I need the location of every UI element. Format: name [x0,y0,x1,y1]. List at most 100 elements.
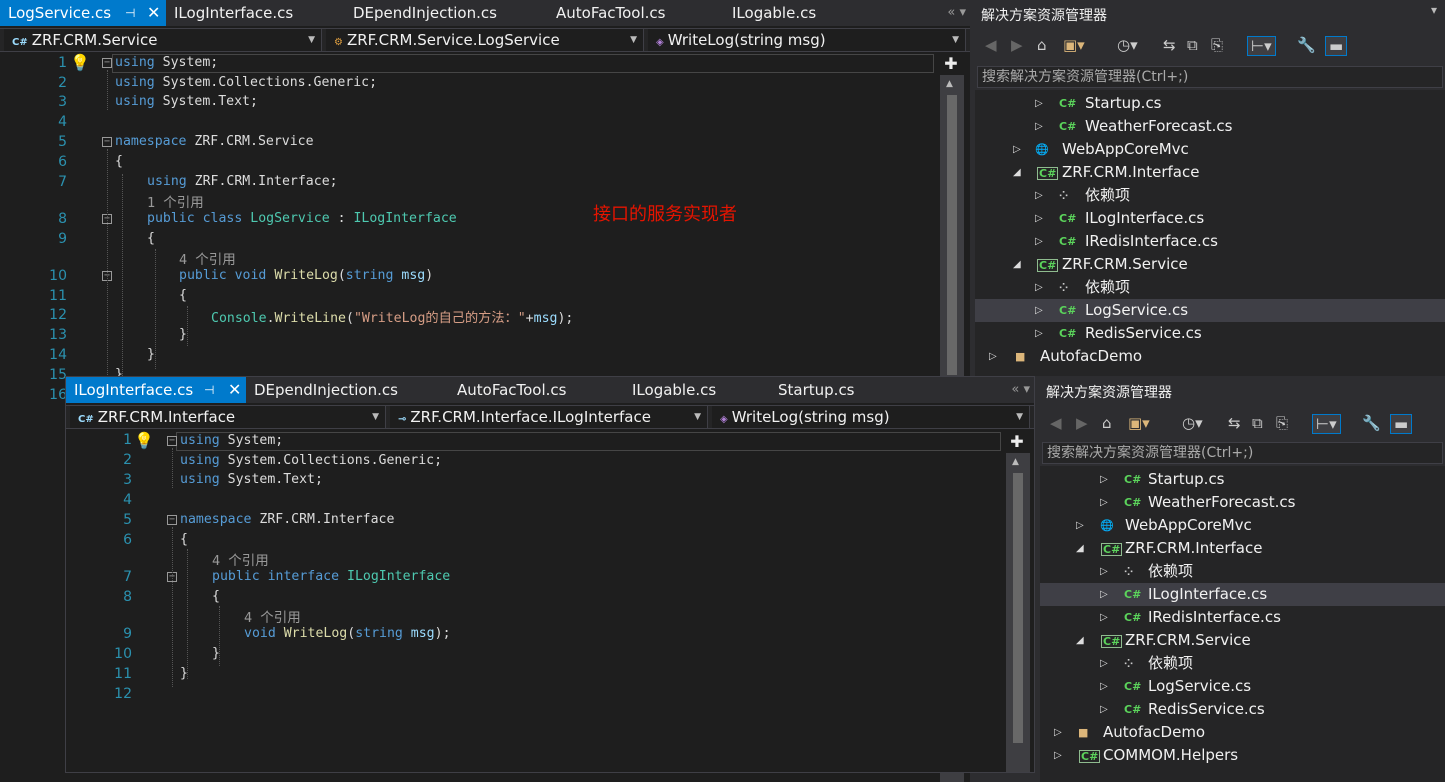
expand-icon[interactable]: ▷ [1035,92,1043,115]
expand-icon[interactable]: ▷ [1100,468,1108,491]
lightbulb-icon[interactable]: 💡 [70,53,90,72]
expand-icon[interactable]: ▷ [989,345,997,368]
properties-icon[interactable]: 🔧 [1297,36,1316,54]
sync-icon[interactable]: ⇆ [1228,414,1241,432]
show-all-files-icon[interactable]: ⎘ [1211,36,1223,54]
collapse-icon[interactable]: ◢ [1076,629,1084,652]
collapse-toggle[interactable]: − [167,436,177,446]
project-dropdown[interactable]: C# ZRF.CRM.Service ▼ [4,29,322,51]
collapse-all-icon[interactable]: ⧉ [1252,414,1263,432]
tab-iloginterface[interactable]: ILogInterface.cs [174,0,293,26]
tree-item[interactable]: ◢ C# ZRF.CRM.Service [1040,629,1445,652]
collapse-toggle[interactable]: − [102,137,112,147]
close-icon[interactable]: ✕ [228,377,241,403]
tree-item[interactable]: ▷ C# LogService.cs [1040,675,1445,698]
type-dropdown[interactable]: ⊸ ZRF.CRM.Interface.ILogInterface ▼ [390,406,708,428]
show-all-files-icon[interactable]: ⎘ [1276,414,1288,432]
tab-ilogable[interactable]: ILogable.cs [632,377,716,403]
reference-count[interactable]: 4 个引用 [244,606,301,626]
code-editor[interactable]: 1 2 3 4 5 6 7 8 9 10 11 12 💡 − − − using… [66,431,1034,772]
tab-dependinjection[interactable]: DEpendInjection.cs [353,0,497,26]
dropdown-icon[interactable]: ▾ [1431,3,1437,17]
tree-item[interactable]: ◢ C# ZRF.CRM.Service [975,253,1445,276]
collapse-toggle[interactable]: − [102,58,112,68]
forward-icon[interactable]: ▶ [1076,414,1088,432]
expand-icon[interactable]: ▷ [1076,514,1084,537]
expand-icon[interactable]: ▷ [1100,560,1108,583]
tab-iloginterface[interactable]: ILogInterface.cs ⊣ ✕ [66,377,246,403]
reference-count[interactable]: 1 个引用 [147,191,204,211]
tree-item[interactable]: ▷ C# WeatherForecast.cs [1040,491,1445,514]
split-editor-icon[interactable]: ✚ [938,55,964,73]
tree-item-selected[interactable]: ▷ C# LogService.cs [975,299,1445,322]
sync-icon[interactable]: ⇆ [1163,36,1176,54]
scroll-up-icon[interactable]: ▲ [946,79,953,89]
pin-icon[interactable]: ⊣ [125,0,135,26]
expand-icon[interactable]: ▷ [1100,491,1108,514]
expand-icon[interactable]: ▷ [1035,322,1043,345]
collapse-icon[interactable]: ◢ [1076,537,1084,560]
back-icon[interactable]: ◀ [985,36,997,54]
switch-views-icon[interactable]: ▣▾ [1128,414,1150,432]
reference-count[interactable]: 4 个引用 [212,549,269,569]
collapse-all-icon[interactable]: ⧉ [1187,36,1198,54]
tree-item[interactable]: ▷ C# ILogInterface.cs [975,207,1445,230]
member-dropdown[interactable]: ◈ WriteLog(string msg) ▼ [712,406,1030,428]
tree-item[interactable]: ▷ C# IRedisInterface.cs [1040,606,1445,629]
pending-changes-icon[interactable]: ◷▾ [1117,36,1138,54]
properties-icon[interactable]: 🔧 [1362,414,1381,432]
tree-item[interactable]: ◢ C# ZRF.CRM.Interface [975,161,1445,184]
search-input[interactable]: 搜索解决方案资源管理器(Ctrl+;) [1042,442,1443,464]
switch-views-icon[interactable]: ▣▾ [1063,36,1085,54]
preview-icon[interactable]: ▬ [1325,36,1348,56]
tree-item[interactable]: ▷ C# Startup.cs [975,92,1445,115]
tab-logservice[interactable]: LogService.cs ⊣ ✕ [0,0,166,26]
tree-view-icon[interactable]: ⊢▾ [1247,36,1276,56]
tree-item[interactable]: ▷ C# COMMOM.Helpers [1040,744,1445,767]
expand-icon[interactable]: ▷ [1013,138,1021,161]
expand-icon[interactable]: ▷ [1054,744,1062,767]
vertical-scrollbar[interactable]: ▲ [1006,453,1030,772]
tree-item[interactable]: ▷ ⁘ 依赖项 [975,184,1445,207]
tree-item-selected[interactable]: ▷ C# ILogInterface.cs [1040,583,1445,606]
search-input[interactable]: 搜索解决方案资源管理器(Ctrl+;) [977,66,1443,88]
scroll-thumb[interactable] [947,95,957,375]
tree-item[interactable]: ▷ ■ AutofacDemo [975,345,1445,368]
tree-item[interactable]: ▷ C# WeatherForecast.cs [975,115,1445,138]
home-icon[interactable]: ⌂ [1037,36,1047,54]
pin-icon[interactable]: ⊣ [204,377,214,403]
expand-icon[interactable]: ▷ [1100,698,1108,721]
tree-item[interactable]: ▷ C# RedisService.cs [1040,698,1445,721]
tree-item[interactable]: ▷ 🌐 WebAppCoreMvc [1040,514,1445,537]
forward-icon[interactable]: ▶ [1011,36,1023,54]
expand-icon[interactable]: ▷ [1035,299,1043,322]
tree-item[interactable]: ▷ 🌐 WebAppCoreMvc [975,138,1445,161]
type-dropdown[interactable]: ⚙ ZRF.CRM.Service.LogService ▼ [326,29,644,51]
preview-icon[interactable]: ▬ [1390,414,1413,434]
tab-overflow-icon[interactable]: « ▾ [947,0,966,26]
expand-icon[interactable]: ▷ [1035,276,1043,299]
expand-icon[interactable]: ▷ [1100,583,1108,606]
expand-icon[interactable]: ▷ [1035,230,1043,253]
expand-icon[interactable]: ▷ [1035,115,1043,138]
reference-count[interactable]: 4 个引用 [179,248,236,268]
tree-item[interactable]: ▷ ⁘ 依赖项 [1040,652,1445,675]
expand-icon[interactable]: ▷ [1100,606,1108,629]
tree-item[interactable]: ▷ ■ AutofacDemo [1040,721,1445,744]
tree-item[interactable]: ▷ C# IRedisInterface.cs [975,230,1445,253]
close-icon[interactable]: ✕ [147,0,160,26]
tab-startup[interactable]: Startup.cs [778,377,855,403]
back-icon[interactable]: ◀ [1050,414,1062,432]
tree-view-icon[interactable]: ⊢▾ [1312,414,1341,434]
tab-autofactool[interactable]: AutoFacTool.cs [457,377,566,403]
tab-ilogable[interactable]: ILogable.cs [732,0,816,26]
home-icon[interactable]: ⌂ [1102,414,1112,432]
project-dropdown[interactable]: C# ZRF.CRM.Interface ▼ [70,406,386,428]
expand-icon[interactable]: ▷ [1054,721,1062,744]
collapse-toggle[interactable]: − [167,515,177,525]
expand-icon[interactable]: ▷ [1100,652,1108,675]
collapse-icon[interactable]: ◢ [1013,161,1021,184]
scroll-thumb[interactable] [1013,473,1023,743]
expand-icon[interactable]: ▷ [1100,675,1108,698]
tab-overflow-icon[interactable]: « ▾ [1011,377,1030,403]
